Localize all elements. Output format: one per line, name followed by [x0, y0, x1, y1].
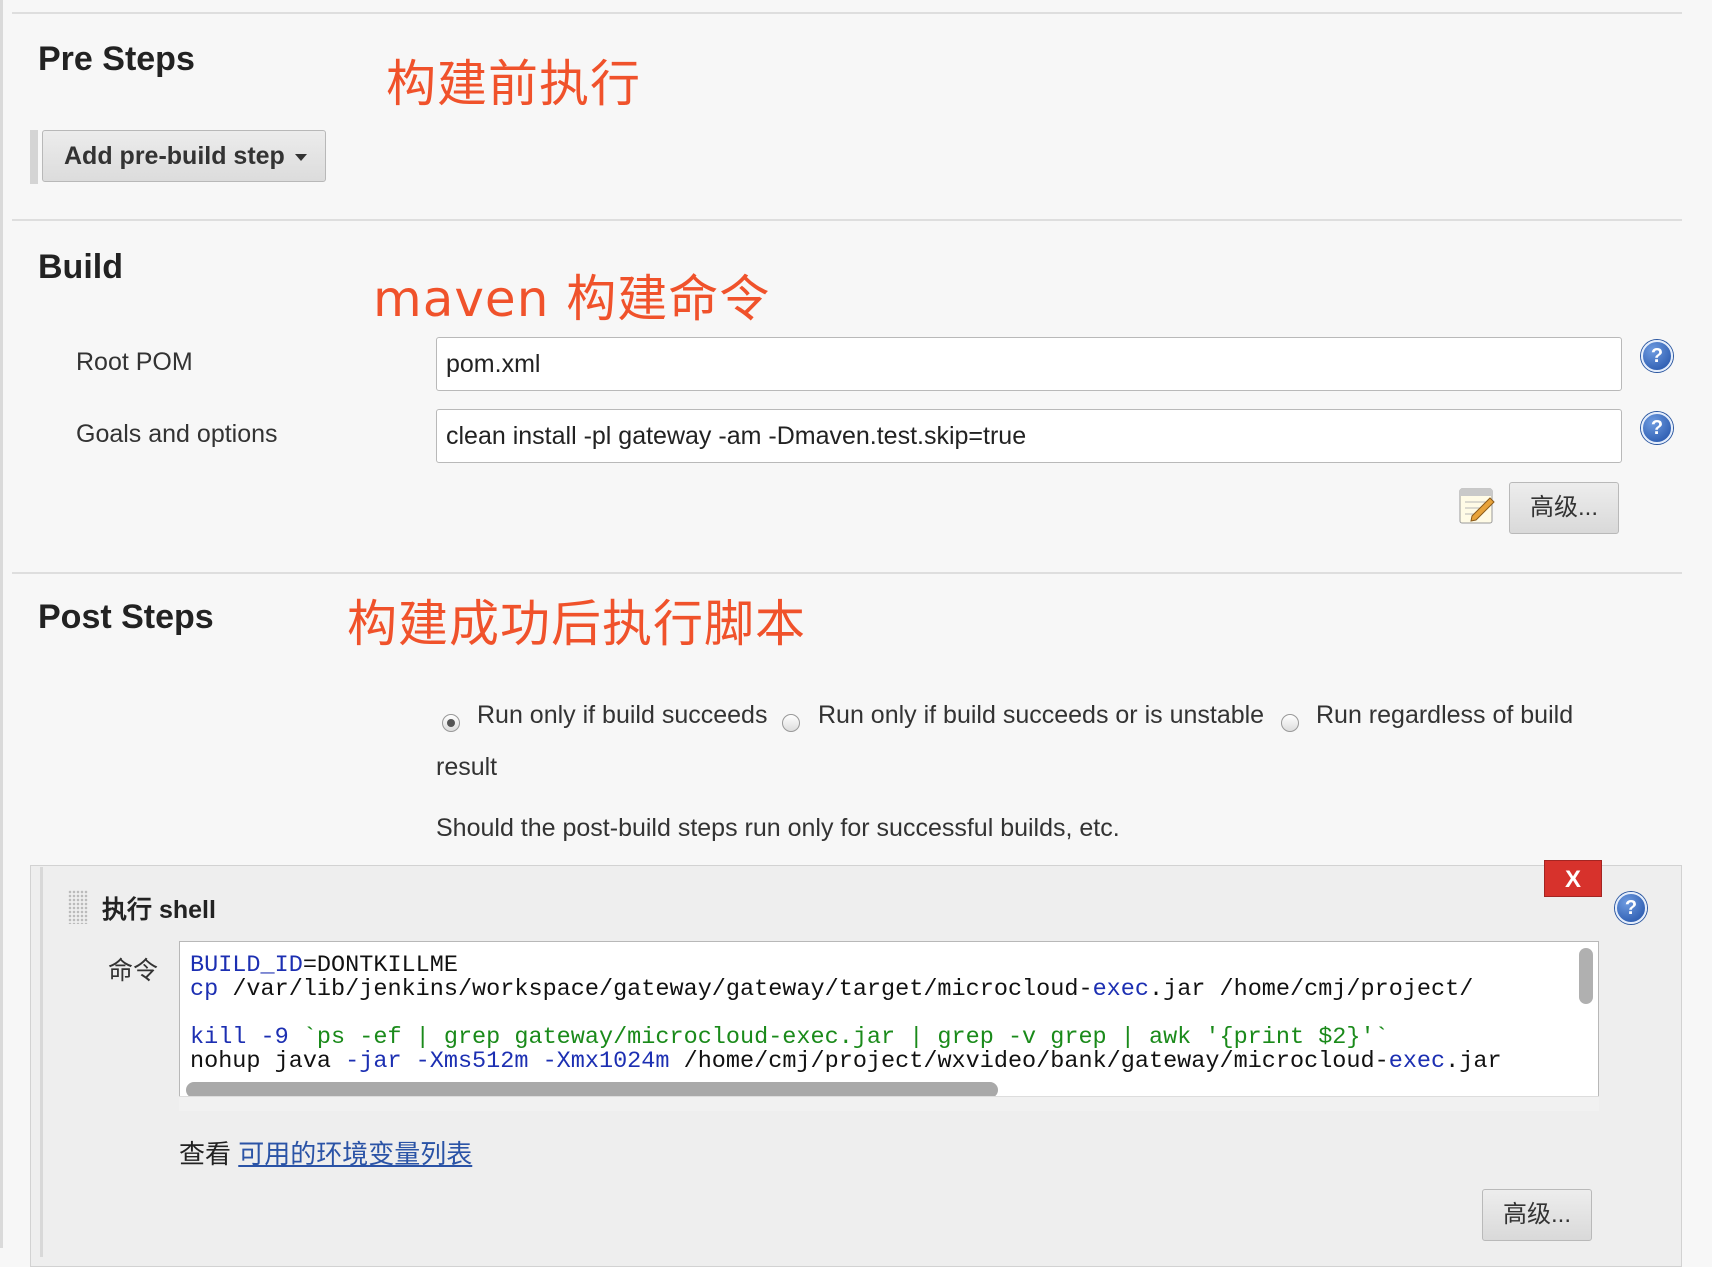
radio-succeeds-or-unstable[interactable]: [782, 714, 800, 732]
build-annotation: maven 构建命令: [373, 270, 771, 328]
radio-label-unstable: Run only if build succeeds or is unstabl…: [818, 701, 1265, 729]
shell-advanced-button[interactable]: 高级...: [1482, 1189, 1592, 1241]
post-steps-description: Should the post-build steps run only for…: [436, 814, 1120, 842]
goals-label: Goals and options: [76, 420, 278, 448]
radio-label-succeeds: Run only if build succeeds: [477, 701, 768, 729]
code-line: cp /var/lib/jenkins/workspace/gateway/ga…: [190, 976, 1474, 1003]
pre-steps-annotation: 构建前执行: [386, 55, 641, 113]
post-steps-annotation: 构建成功后执行脚本: [347, 595, 806, 653]
code-line: BUILD_ID=DONTKILLME: [190, 952, 458, 979]
caret-down-icon: [295, 154, 307, 161]
build-title: Build: [38, 248, 123, 286]
radio-label-regardless: Run regardless of build: [1316, 701, 1574, 729]
pre-steps-title: Pre Steps: [38, 40, 195, 78]
build-divider: [12, 219, 1682, 221]
post-divider: [12, 572, 1682, 574]
top-divider: [12, 12, 1682, 14]
env-vars-link[interactable]: 可用的环境变量列表: [238, 1139, 472, 1169]
close-step-button[interactable]: X: [1544, 860, 1602, 897]
radio-build-succeeds[interactable]: [442, 714, 460, 732]
radio-label-wrap: result: [436, 753, 498, 781]
code-block: BUILD_ID=DONTKILLME cp /var/lib/jenkins/…: [190, 954, 1502, 1074]
shell-step-title: 执行 shell: [102, 896, 216, 924]
help-icon[interactable]: ?: [1641, 340, 1673, 372]
goals-input[interactable]: clean install -pl gateway -am -Dmaven.te…: [436, 409, 1622, 463]
editor-resize-bar[interactable]: [179, 1096, 1599, 1111]
left-border: [0, 0, 3, 1248]
radio-regardless[interactable]: [1281, 714, 1299, 732]
pre-step-grip: [30, 130, 38, 184]
env-prefix: 查看: [179, 1139, 232, 1169]
build-advanced-button[interactable]: 高级...: [1509, 482, 1619, 534]
vertical-scrollbar[interactable]: [1579, 948, 1593, 1004]
drag-handle-icon[interactable]: [68, 890, 88, 924]
code-line: nohup java -jar -Xms512m -Xmx1024m /home…: [190, 1048, 1502, 1075]
add-pre-build-step-button[interactable]: Add pre-build step: [42, 130, 326, 182]
post-steps-title: Post Steps: [38, 598, 214, 636]
command-label: 命令: [108, 957, 159, 985]
root-pom-input[interactable]: pom.xml: [436, 337, 1622, 391]
help-icon[interactable]: ?: [1615, 892, 1647, 924]
add-pre-build-step-label: Add pre-build step: [64, 142, 285, 170]
env-vars-line: 查看 可用的环境变量列表: [179, 1134, 472, 1171]
panel-rule: [40, 867, 43, 1257]
help-icon[interactable]: ?: [1641, 412, 1673, 444]
root-pom-label: Root POM: [76, 348, 193, 376]
notepad-icon[interactable]: [1458, 485, 1496, 525]
code-line: kill -9 `ps -ef | grep gateway/microclou…: [190, 1024, 1389, 1051]
